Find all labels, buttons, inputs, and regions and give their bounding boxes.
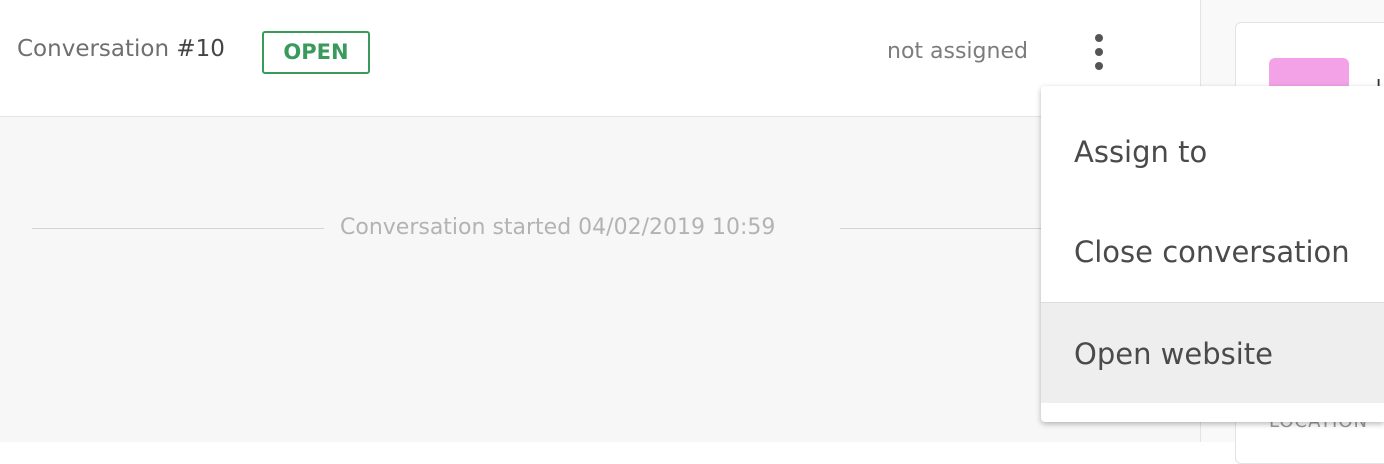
conversation-started-separator: Conversation started 04/02/2019 10:59 (32, 209, 1042, 249)
conversation-started-text: Conversation started 04/02/2019 10:59 (340, 215, 776, 240)
kebab-menu-icon[interactable] (1085, 34, 1113, 74)
conversation-pane: Conversation #10 OPEN not assigned Conve… (0, 0, 1200, 442)
conversation-title-prefix: Conversation (17, 36, 170, 62)
kebab-dot (1095, 48, 1103, 56)
conversation-title: Conversation #10 (17, 36, 225, 62)
conversation-number: #10 (176, 36, 225, 62)
conversation-header: Conversation #10 OPEN not assigned (0, 0, 1200, 117)
separator-line-left (32, 228, 324, 229)
menu-item-assign-to[interactable]: Assign to (1041, 86, 1384, 202)
assignee-label[interactable]: not assigned (887, 39, 1028, 64)
kebab-dot (1095, 62, 1103, 70)
kebab-dot (1095, 34, 1103, 42)
menu-item-close-conversation[interactable]: Close conversation (1041, 202, 1384, 302)
separator-line-right (840, 228, 1042, 229)
menu-item-open-website[interactable]: Open website (1041, 303, 1384, 403)
status-badge: OPEN (262, 31, 370, 74)
conversation-actions-dropdown: Assign to Close conversation Open websit… (1041, 86, 1384, 422)
